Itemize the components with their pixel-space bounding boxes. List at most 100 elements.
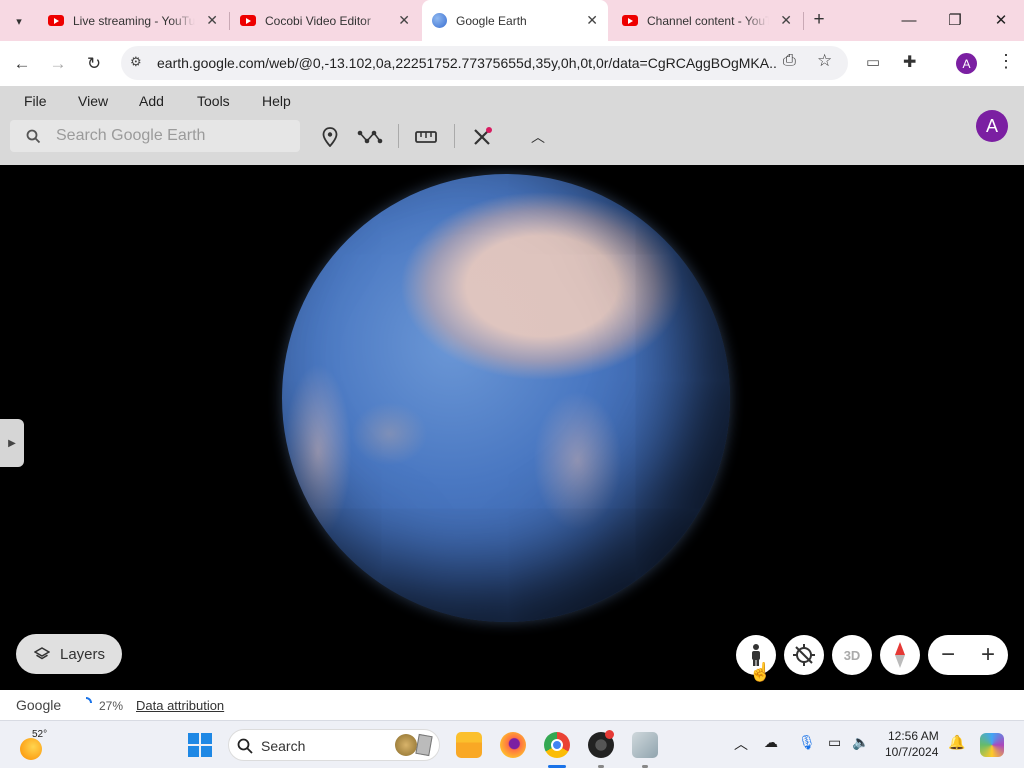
measure-button[interactable] xyxy=(412,124,440,150)
loading-percent: 27% xyxy=(99,699,124,713)
compass-icon xyxy=(895,642,905,668)
menu-file[interactable]: File xyxy=(24,93,47,109)
windows-taskbar: 52° Search ︿ ☁ 🎙 ▭ 🔈 12:56 AM 10/7/2024 … xyxy=(0,720,1024,768)
earth-status-bar: Google 27% Data attribution xyxy=(0,690,1024,720)
add-placemark-button[interactable] xyxy=(316,124,344,150)
microphone-icon[interactable]: 🎙 xyxy=(798,734,816,751)
hand-cursor-icon: ☝ xyxy=(749,662,772,682)
clock-date[interactable]: 10/7/2024 xyxy=(885,745,938,759)
site-info-icon[interactable]: ⚙ xyxy=(130,54,142,70)
address-bar[interactable]: ⚙ earth.google.com/web/@0,-13.102,0a,222… xyxy=(121,46,848,80)
data-attribution-link[interactable]: Data attribution xyxy=(136,698,224,713)
loading-spinner-icon xyxy=(85,697,92,704)
zoom-out-button[interactable]: − xyxy=(941,641,955,669)
tab-google-earth[interactable]: Google Earth ✕ xyxy=(422,0,608,41)
tab-title: Channel content - YouTube xyxy=(647,13,769,28)
copilot-icon[interactable] xyxy=(980,733,1004,757)
layers-label: Layers xyxy=(60,645,106,663)
url-text[interactable]: earth.google.com/web/@0,-13.102,0a,22251… xyxy=(157,55,777,71)
menu-tools[interactable]: Tools xyxy=(197,93,230,109)
tab-cocobi-video-editor[interactable]: Cocobi Video Editor ✕ xyxy=(230,4,420,37)
earth-globe[interactable] xyxy=(282,174,730,622)
reload-button[interactable]: ↻ xyxy=(79,49,109,79)
search-icon xyxy=(26,129,41,144)
display-icon[interactable]: ▭ xyxy=(828,734,841,751)
location-disabled-icon xyxy=(793,644,815,666)
toolbar-divider xyxy=(398,124,399,148)
weather-widget[interactable]: 52° xyxy=(20,729,60,761)
tab-channel-content[interactable]: Channel content - YouTube ✕ xyxy=(612,4,802,37)
earth-account-avatar[interactable]: A xyxy=(976,110,1008,142)
compass-button[interactable] xyxy=(880,635,920,675)
taskbar-search-label: Search xyxy=(261,738,306,754)
back-button[interactable]: ← xyxy=(7,49,37,79)
placemark-icon xyxy=(322,127,338,147)
layers-icon xyxy=(34,647,50,660)
notification-bell-icon[interactable]: 🔔 xyxy=(948,734,965,751)
projects-button[interactable] xyxy=(468,124,496,150)
close-window-button[interactable]: ✕ xyxy=(978,0,1024,40)
expand-sidebar-button[interactable]: ▶ xyxy=(0,419,24,467)
youtube-icon xyxy=(240,15,256,26)
zoom-in-button[interactable]: + xyxy=(981,641,995,669)
earth-search-box[interactable] xyxy=(10,120,300,152)
tab-strip: ▾ Live streaming - YouTube ✕ Cocobi Vide… xyxy=(0,0,1024,41)
close-tab-icon[interactable]: ✕ xyxy=(398,12,410,29)
search-highlight-card-icon xyxy=(415,733,433,757)
extensions-icon[interactable]: ✚ xyxy=(903,52,916,72)
search-highlight-icon xyxy=(395,734,417,756)
weather-moon-icon xyxy=(20,738,42,760)
tools-icon xyxy=(474,127,492,145)
tab-live-streaming[interactable]: Live streaming - YouTube ✕ xyxy=(38,4,228,37)
new-tab-button[interactable]: + xyxy=(808,9,830,31)
draw-path-button[interactable] xyxy=(356,124,384,150)
toggle-3d-button[interactable]: 3D xyxy=(832,635,872,675)
restore-button[interactable]: ❐ xyxy=(932,0,978,40)
search-input[interactable] xyxy=(56,125,286,147)
tab-title: Cocobi Video Editor xyxy=(265,13,371,28)
browser-menu-icon[interactable]: ⋮ xyxy=(997,51,1015,72)
tab-search-button[interactable]: ▾ xyxy=(8,10,30,32)
youtube-icon xyxy=(48,15,64,26)
minimize-button[interactable]: — xyxy=(886,0,932,40)
toolbar-divider xyxy=(454,124,455,148)
clock-time[interactable]: 12:56 AM xyxy=(888,729,939,743)
close-tab-icon[interactable]: ✕ xyxy=(586,12,598,29)
zoom-control: − + xyxy=(928,635,1008,675)
path-icon xyxy=(357,130,383,144)
youtube-icon xyxy=(622,15,638,26)
firefox-icon[interactable] xyxy=(500,732,526,758)
close-tab-icon[interactable]: ✕ xyxy=(780,12,792,29)
google-logo: Google xyxy=(16,697,62,713)
google-earth-icon xyxy=(432,13,447,28)
collapse-toolbar-button[interactable]: ︿ xyxy=(524,124,552,150)
browser-toolbar: ← → ↻ ⚙ earth.google.com/web/@0,-13.102,… xyxy=(0,41,1024,86)
ruler-icon xyxy=(415,131,437,143)
menu-view[interactable]: View xyxy=(78,93,108,109)
game-app-icon[interactable] xyxy=(632,732,658,758)
search-icon xyxy=(237,738,253,754)
forward-button[interactable]: → xyxy=(43,49,73,79)
bookmark-star-icon[interactable]: ☆ xyxy=(817,51,832,71)
cast-icon[interactable]: ▭ xyxy=(866,53,880,71)
start-button[interactable] xyxy=(188,733,212,757)
taskbar-search[interactable]: Search xyxy=(228,729,440,761)
weather-temperature: 52° xyxy=(32,729,48,740)
browser-profile-avatar[interactable]: A xyxy=(956,53,977,74)
chrome-center xyxy=(551,739,563,751)
menu-help[interactable]: Help xyxy=(262,93,291,109)
tab-title: Google Earth xyxy=(456,13,527,28)
windows-logo-icon xyxy=(188,733,199,744)
cloud-offline-icon[interactable]: ☁ xyxy=(764,734,778,751)
show-hidden-icons-chevron-icon[interactable]: ︿ xyxy=(734,734,748,754)
install-app-icon[interactable]: ⎙ xyxy=(783,52,796,70)
globe-viewport[interactable]: ▶ Layers ☝ 3D − + xyxy=(0,165,1024,690)
menu-add[interactable]: Add xyxy=(139,93,164,109)
file-explorer-icon[interactable] xyxy=(456,732,482,758)
volume-icon[interactable]: 🔈 xyxy=(852,734,869,751)
tab-separator xyxy=(803,12,804,30)
layers-button[interactable]: Layers xyxy=(16,634,122,674)
close-tab-icon[interactable]: ✕ xyxy=(206,12,218,29)
my-location-button[interactable] xyxy=(784,635,824,675)
notification-dot xyxy=(605,730,614,739)
